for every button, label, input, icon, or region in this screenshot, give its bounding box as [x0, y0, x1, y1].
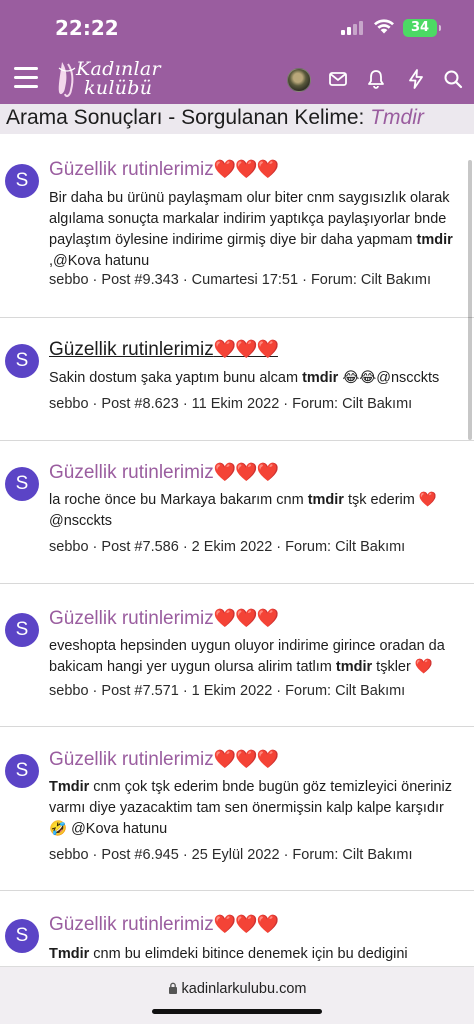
result-snippet: eveshopta hepsinden uygun oluyor indirim… — [49, 638, 445, 675]
battery-indicator: 34 — [403, 19, 441, 37]
result-snippet: la roche önce bu Markaya bakarım cnm tmd… — [49, 492, 437, 529]
page-title: Arama Sonuçları - Sorgulanan Kelime: Tmd… — [0, 104, 474, 134]
result-title-link[interactable]: Güzellik rutinlerimiz❤️❤️❤️ — [49, 339, 279, 361]
hearts-emoji: ❤️❤️❤️ — [213, 608, 279, 628]
search-term: Tmdir — [370, 106, 424, 129]
url-display[interactable]: kadinlarkulubu.com — [0, 981, 474, 997]
search-result: S Güzellik rutinlerimiz❤️❤️❤️ Tmdir cnm … — [0, 727, 474, 891]
wifi-icon — [374, 19, 394, 34]
result-title-link[interactable]: Güzellik rutinlerimiz❤️❤️❤️ — [49, 914, 279, 936]
page-title-prefix: Arama Sonuçları - Sorgulanan Kelime: — [6, 106, 371, 129]
search-icon[interactable] — [441, 67, 465, 91]
result-meta[interactable]: sebbo · Post #8.623 · 11 Ekim 2022 · For… — [49, 396, 412, 412]
inbox-icon[interactable] — [326, 67, 350, 91]
status-bar: 22:22 34 — [0, 0, 474, 54]
hearts-emoji: ❤️❤️❤️ — [213, 159, 279, 179]
status-time: 22:22 — [55, 16, 119, 40]
result-title-link[interactable]: Güzellik rutinlerimiz❤️❤️❤️ — [49, 159, 279, 181]
author-avatar[interactable]: S — [5, 754, 39, 788]
author-avatar[interactable]: S — [5, 919, 39, 953]
author-avatar[interactable]: S — [5, 344, 39, 378]
author-avatar[interactable]: S — [5, 613, 39, 647]
result-snippet: Bir daha bu ürünü paylaşmam olur biter c… — [49, 190, 453, 269]
ballet-shoes-icon — [58, 62, 76, 98]
cellular-signal-icon — [341, 21, 365, 35]
home-indicator[interactable] — [152, 1009, 322, 1014]
user-avatar[interactable] — [287, 68, 311, 92]
lightning-icon[interactable] — [404, 67, 428, 91]
author-avatar[interactable]: S — [5, 164, 39, 198]
search-result: S Güzellik rutinlerimiz❤️❤️❤️ Sakin dost… — [0, 318, 474, 441]
lock-icon — [168, 982, 177, 994]
result-title-link[interactable]: Güzellik rutinlerimiz❤️❤️❤️ — [49, 462, 279, 484]
result-meta[interactable]: sebbo · Post #6.945 · 25 Eylül 2022 · Fo… — [49, 847, 412, 863]
logo-wordmark: Kadınlar kulübü — [76, 58, 161, 99]
hearts-emoji: ❤️❤️❤️ — [213, 462, 279, 482]
bell-icon[interactable] — [364, 67, 388, 91]
search-result: S Güzellik rutinlerimiz❤️❤️❤️ Bir daha b… — [0, 134, 474, 318]
browser-url-bar[interactable]: kadinlarkulubu.com — [0, 966, 474, 1024]
hamburger-menu-button[interactable] — [14, 67, 38, 89]
result-snippet: Tmdir cnm bu elimdeki bitince denemek iç… — [49, 946, 408, 962]
author-avatar[interactable]: S — [5, 467, 39, 501]
search-result: S Güzellik rutinlerimiz❤️❤️❤️ Tmdir cnm … — [0, 891, 474, 971]
site-logo[interactable]: Kadınlar kulübü — [56, 56, 176, 102]
hearts-emoji: ❤️❤️❤️ — [213, 339, 279, 359]
result-snippet: Tmdir cnm çok tşk ederim bnde bugün göz … — [49, 779, 452, 837]
result-title-link[interactable]: Güzellik rutinlerimiz❤️❤️❤️ — [49, 749, 279, 771]
result-meta[interactable]: sebbo · Post #7.586 · 2 Ekim 2022 · Foru… — [49, 539, 405, 555]
result-meta[interactable]: sebbo · Post #9.343 · Cumartesi 17:51 · … — [49, 272, 431, 288]
scrollbar[interactable] — [468, 160, 472, 440]
hearts-emoji: ❤️❤️❤️ — [213, 914, 279, 934]
result-snippet: Sakin dostum şaka yaptım bunu alcam tmdi… — [49, 370, 440, 386]
result-meta[interactable]: sebbo · Post #7.571 · 1 Ekim 2022 · Foru… — [49, 683, 405, 699]
search-result: S Güzellik rutinlerimiz❤️❤️❤️ la roche ö… — [0, 441, 474, 584]
hearts-emoji: ❤️❤️❤️ — [213, 749, 279, 769]
app-header: Kadınlar kulübü — [0, 54, 474, 104]
result-title-link[interactable]: Güzellik rutinlerimiz❤️❤️❤️ — [49, 608, 279, 630]
search-result: S Güzellik rutinlerimiz❤️❤️❤️ eveshopta … — [0, 584, 474, 727]
